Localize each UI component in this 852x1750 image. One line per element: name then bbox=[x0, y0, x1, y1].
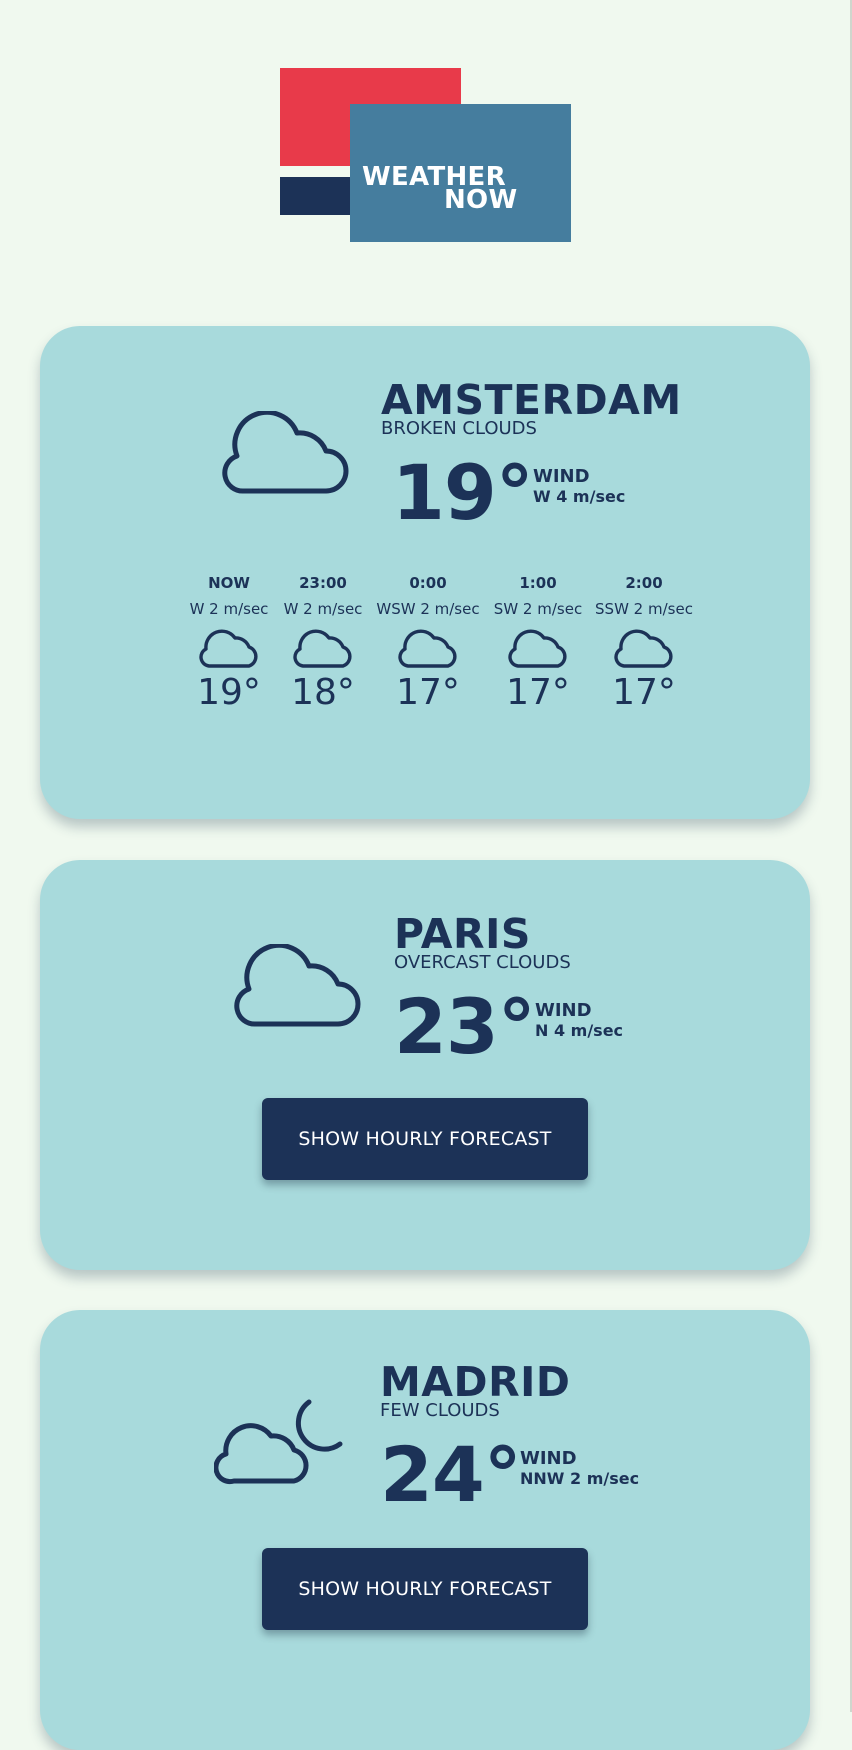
hour-temperature: 17° bbox=[612, 672, 676, 713]
wind-value: N 4 m/sec bbox=[535, 1021, 624, 1040]
logo-line-now: NOW bbox=[444, 185, 518, 215]
weather-condition: OVERCAST CLOUDS bbox=[394, 952, 571, 973]
hour-temperature: 17° bbox=[506, 672, 570, 713]
wind-value: W 4 m/sec bbox=[533, 487, 626, 506]
hour-temperature: 17° bbox=[396, 672, 460, 713]
wind-label: WIND bbox=[535, 1000, 592, 1021]
cloud-icon bbox=[222, 411, 349, 494]
weather-condition: FEW CLOUDS bbox=[380, 1400, 500, 1421]
wind-label: WIND bbox=[533, 466, 590, 487]
current-temperature: 24° bbox=[380, 1430, 522, 1519]
cloud-moon-icon bbox=[214, 1399, 343, 1485]
city-name: AMSTERDAM bbox=[381, 376, 682, 424]
hour-wind: WSW 2 m/sec bbox=[376, 600, 480, 618]
hour-temperature: 18° bbox=[291, 672, 355, 713]
weather-now-logo: WEATHER NOW bbox=[280, 68, 571, 242]
hourly-forecast-strip[interactable]: NOW W 2 m/sec 19° 23:00 W 2 m/sec 18° 0:… bbox=[174, 574, 706, 724]
cloud-icon bbox=[508, 629, 567, 668]
cloud-icon bbox=[199, 629, 258, 668]
show-hourly-forecast-button[interactable]: SHOW HOURLY FORECAST bbox=[262, 1098, 588, 1180]
wind-label: WIND bbox=[520, 1448, 577, 1469]
city-card-amsterdam: AMSTERDAM BROKEN CLOUDS 19° WIND W 4 m/s… bbox=[40, 326, 810, 819]
current-temperature: 23° bbox=[394, 982, 536, 1071]
hourly-item: 1:00 SW 2 m/sec 17° bbox=[483, 574, 593, 713]
show-hourly-forecast-button[interactable]: SHOW HOURLY FORECAST bbox=[262, 1548, 588, 1630]
cloud-icon bbox=[398, 629, 457, 668]
hour-wind: SW 2 m/sec bbox=[493, 600, 583, 618]
hour-wind: SSW 2 m/sec bbox=[595, 600, 693, 618]
current-temperature: 19° bbox=[392, 448, 534, 537]
city-name: MADRID bbox=[380, 1358, 571, 1406]
logo-text: WEATHER NOW bbox=[362, 164, 518, 215]
city-name: PARIS bbox=[394, 910, 531, 958]
cloud-icon bbox=[614, 629, 673, 668]
hour-time: 23:00 bbox=[299, 574, 347, 592]
hour-time: 2:00 bbox=[625, 574, 663, 592]
cloud-icon bbox=[293, 629, 352, 668]
hourly-item: 23:00 W 2 m/sec 18° bbox=[268, 574, 378, 713]
hourly-item: 2:00 SSW 2 m/sec 17° bbox=[589, 574, 699, 713]
city-card-paris: PARIS OVERCAST CLOUDS 23° WIND N 4 m/sec… bbox=[40, 860, 810, 1270]
weather-condition: BROKEN CLOUDS bbox=[381, 418, 537, 439]
hour-wind: W 2 m/sec bbox=[283, 600, 363, 618]
hour-time: 0:00 bbox=[409, 574, 447, 592]
wind-value: NNW 2 m/sec bbox=[520, 1469, 640, 1488]
hourly-item: 0:00 WSW 2 m/sec 17° bbox=[373, 574, 483, 713]
cloud-icon bbox=[234, 944, 361, 1027]
hour-time: 1:00 bbox=[519, 574, 557, 592]
city-card-madrid: MADRID FEW CLOUDS 24° WIND NNW 2 m/sec S… bbox=[40, 1310, 810, 1750]
